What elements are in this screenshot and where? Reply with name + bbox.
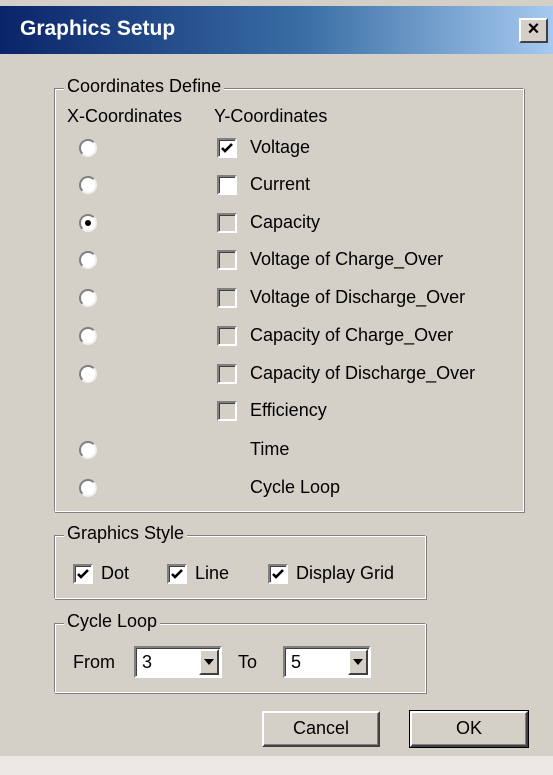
coordinate-option-label: Efficiency [250, 400, 327, 420]
checkmark-icon [171, 569, 183, 579]
to-label: To [238, 652, 258, 672]
x-coordinate-radio[interactable] [79, 139, 97, 157]
x-coordinate-radio[interactable] [79, 214, 97, 232]
y-coordinate-checkbox [217, 364, 237, 384]
ok-button[interactable]: OK [409, 710, 529, 748]
dot-checkbox[interactable] [73, 564, 93, 584]
x-coordinate-radio[interactable] [79, 251, 97, 269]
coordinate-option-label: Current [250, 174, 311, 194]
y-coordinates-header: Y-Coordinates [214, 106, 328, 126]
dialog-title: Graphics Setup [20, 17, 176, 40]
x-coordinate-radio[interactable] [79, 365, 97, 383]
to-dropdown[interactable]: 5 [283, 646, 371, 678]
checkmark-icon [272, 569, 284, 579]
y-coordinate-checkbox [217, 250, 237, 270]
close-button[interactable]: × [519, 18, 548, 43]
line-checkbox[interactable] [167, 564, 187, 584]
coordinate-option-label: Cycle Loop [250, 477, 341, 497]
x-coordinate-radio[interactable] [79, 176, 97, 194]
cycle-loop-label: Cycle Loop [64, 611, 161, 632]
coordinate-option-label: Capacity of Charge_Over [250, 325, 454, 345]
y-coordinate-checkbox [217, 288, 237, 308]
graphics-style-label: Graphics Style [64, 523, 188, 544]
from-dropdown[interactable]: 3 [134, 646, 222, 678]
coordinate-option-label: Capacity [250, 212, 321, 232]
checkmark-icon [221, 143, 233, 153]
line-label: Line [195, 563, 230, 583]
from-label: From [73, 652, 115, 672]
coordinates-define-label: Coordinates Define [64, 76, 225, 97]
x-coordinate-radio[interactable] [79, 441, 97, 459]
y-coordinate-checkbox[interactable] [217, 175, 237, 195]
y-coordinate-checkbox [217, 213, 237, 233]
cancel-button[interactable]: Cancel [262, 711, 380, 747]
x-coordinate-radio[interactable] [79, 289, 97, 307]
from-value: 3 [142, 652, 153, 672]
coordinate-option-label: Capacity of Discharge_Over [250, 363, 476, 383]
graphics-setup-dialog: Graphics Setup × Coordinates Define X-Co… [0, 0, 553, 775]
coordinate-option-label: Voltage of Discharge_Over [250, 287, 466, 307]
window-bottom-edge [0, 756, 553, 775]
y-coordinate-checkbox[interactable] [217, 138, 237, 158]
to-dropdown-arrow-icon[interactable] [348, 649, 368, 675]
from-dropdown-arrow-icon[interactable] [199, 649, 219, 675]
display-grid-label: Display Grid [296, 563, 395, 583]
coordinate-option-label: Voltage [250, 137, 311, 157]
dot-label: Dot [101, 563, 130, 583]
x-coordinate-radio[interactable] [79, 327, 97, 345]
display-grid-checkbox[interactable] [268, 564, 288, 584]
y-coordinate-checkbox [217, 401, 237, 421]
x-coordinates-header: X-Coordinates [67, 106, 183, 126]
coordinate-option-label: Voltage of Charge_Over [250, 249, 444, 269]
to-value: 5 [291, 652, 302, 672]
close-icon: × [527, 18, 540, 40]
checkmark-icon [77, 569, 89, 579]
x-coordinate-radio[interactable] [79, 479, 97, 497]
title-bar[interactable]: Graphics Setup × [0, 6, 553, 54]
coordinate-option-label: Time [250, 439, 290, 459]
y-coordinate-checkbox [217, 326, 237, 346]
